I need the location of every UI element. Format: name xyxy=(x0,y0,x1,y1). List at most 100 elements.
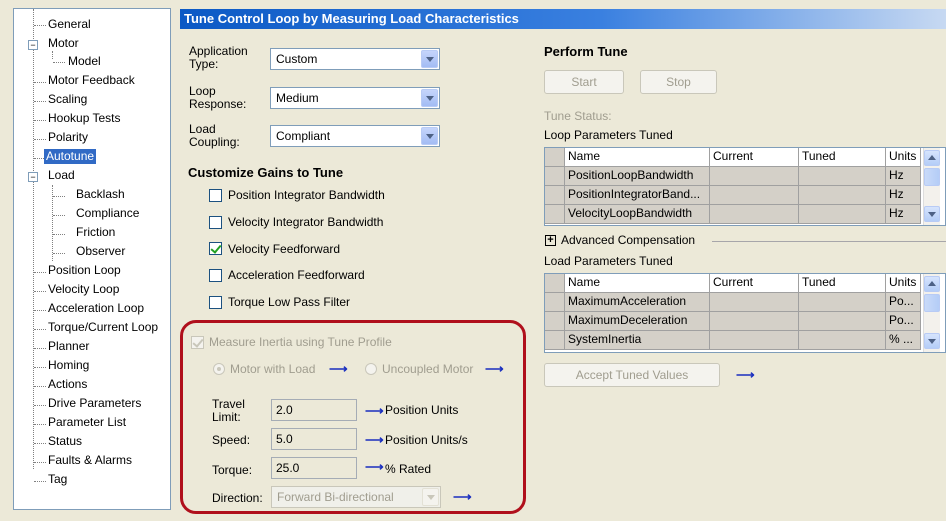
tune-status-label: Tune Status: xyxy=(544,109,612,123)
table-cell: MaximumDeceleration xyxy=(565,312,710,331)
collapse-icon[interactable]: − xyxy=(28,172,38,182)
load-params-table: Name Current Tuned Units MaximumAccelera… xyxy=(544,273,946,353)
column-header: Name xyxy=(565,274,710,293)
tree-item-parameter-list[interactable]: Parameter List xyxy=(46,415,128,430)
tree-item-backlash[interactable]: Backlash xyxy=(74,187,127,202)
tree-item-position-loop[interactable]: Position Loop xyxy=(46,263,123,278)
start-button[interactable]: Start xyxy=(544,70,624,94)
tree-item-homing[interactable]: Homing xyxy=(46,358,91,373)
table-cell xyxy=(710,167,799,186)
tree-connector xyxy=(34,481,46,482)
scroll-thumb[interactable] xyxy=(924,168,940,186)
tree-item-tag[interactable]: Tag xyxy=(46,472,69,487)
tree-connector xyxy=(34,443,46,444)
chevron-down-icon[interactable] xyxy=(421,127,438,145)
tree-item-drive-parameters[interactable]: Drive Parameters xyxy=(46,396,143,411)
tree-connector xyxy=(34,386,46,387)
perform-tune-heading: Perform Tune xyxy=(544,44,628,59)
application-type-label: Application Type: xyxy=(189,44,248,71)
tree-item-faults-alarms[interactable]: Faults & Alarms xyxy=(46,453,134,468)
tree-connector xyxy=(34,367,46,368)
tree-item-actions[interactable]: Actions xyxy=(46,377,89,392)
table-cell: PositionIntegratorBand... xyxy=(565,186,710,205)
tree-item-scaling[interactable]: Scaling xyxy=(46,92,89,107)
tree-connector xyxy=(34,272,46,273)
collapse-icon[interactable]: − xyxy=(28,40,38,50)
table-cell: Hz xyxy=(886,167,921,186)
torque-low-pass-checkbox[interactable] xyxy=(209,296,222,309)
loop-response-label: Loop Response: xyxy=(189,84,247,111)
column-header: Current xyxy=(710,274,799,293)
load-table-scrollbar[interactable] xyxy=(923,274,940,352)
navigation-tree: General − Motor Model Motor Feedback Sca… xyxy=(13,8,171,510)
tree-connector xyxy=(34,82,46,83)
application-type-select[interactable]: Custom xyxy=(270,48,440,70)
row-header xyxy=(545,293,565,312)
tree-item-motor-feedback[interactable]: Motor Feedback xyxy=(46,73,137,88)
scroll-up-icon[interactable] xyxy=(924,150,940,166)
loop-table-scrollbar[interactable] xyxy=(923,148,940,225)
position-integrator-checkbox[interactable] xyxy=(209,189,222,202)
expand-plus-icon[interactable]: + xyxy=(545,235,556,246)
velocity-feedforward-checkbox[interactable] xyxy=(209,242,222,255)
load-coupling-select[interactable]: Compliant xyxy=(270,125,440,147)
table-cell xyxy=(710,186,799,205)
acceleration-feedforward-checkbox[interactable] xyxy=(209,269,222,282)
tree-connector xyxy=(53,215,65,216)
tree-item-general[interactable]: General xyxy=(46,17,93,32)
tree-connector xyxy=(34,329,46,330)
scroll-down-icon[interactable] xyxy=(924,206,940,222)
chevron-down-icon[interactable] xyxy=(421,50,438,68)
table-cell xyxy=(799,293,886,312)
accept-tuned-values-button[interactable]: Accept Tuned Values xyxy=(544,363,720,387)
tree-item-motor[interactable]: Motor xyxy=(46,36,81,51)
tree-item-observer[interactable]: Observer xyxy=(74,244,127,259)
load-coupling-label: Load Coupling: xyxy=(189,122,240,149)
stop-button[interactable]: Stop xyxy=(640,70,717,94)
row-header xyxy=(545,331,565,350)
table-cell xyxy=(710,205,799,224)
tree-item-acceleration-loop[interactable]: Acceleration Loop xyxy=(46,301,146,316)
table-cell xyxy=(710,331,799,350)
table-cell: SystemInertia xyxy=(565,331,710,350)
tree-connector xyxy=(34,25,46,26)
gains-heading: Customize Gains to Tune xyxy=(188,165,344,180)
section-divider xyxy=(712,241,946,242)
tree-item-planner[interactable]: Planner xyxy=(46,339,91,354)
loop-response-select[interactable]: Medium xyxy=(270,87,440,109)
tree-item-velocity-loop[interactable]: Velocity Loop xyxy=(46,282,121,297)
tree-item-polarity[interactable]: Polarity xyxy=(46,130,90,145)
tree-connector xyxy=(34,424,46,425)
table-cell: VelocityLoopBandwidth xyxy=(565,205,710,224)
chevron-down-icon[interactable] xyxy=(421,89,438,107)
scroll-up-icon[interactable] xyxy=(924,276,940,292)
scroll-thumb[interactable] xyxy=(924,294,940,312)
tree-item-status[interactable]: Status xyxy=(46,434,84,449)
scroll-down-icon[interactable] xyxy=(924,333,940,349)
tree-connector xyxy=(34,405,46,406)
tree-item-compliance[interactable]: Compliance xyxy=(74,206,141,221)
table-cell: % ... xyxy=(886,331,921,350)
annotation-highlight xyxy=(180,320,526,514)
velocity-integrator-checkbox[interactable] xyxy=(209,216,222,229)
column-header: Tuned xyxy=(799,274,886,293)
row-header xyxy=(545,274,565,293)
tree-item-load[interactable]: Load xyxy=(46,168,77,183)
load-params-label: Load Parameters Tuned xyxy=(544,254,673,268)
table-cell xyxy=(799,167,886,186)
table-cell: PositionLoopBandwidth xyxy=(565,167,710,186)
row-header xyxy=(545,312,565,331)
column-header: Name xyxy=(565,148,710,167)
tree-item-model[interactable]: Model xyxy=(66,54,103,69)
advanced-compensation-label[interactable]: Advanced Compensation xyxy=(561,234,695,247)
tree-item-friction[interactable]: Friction xyxy=(74,225,117,240)
tree-item-hookup-tests[interactable]: Hookup Tests xyxy=(46,111,123,126)
row-header xyxy=(545,205,565,224)
tree-connector xyxy=(53,62,65,63)
row-header xyxy=(545,167,565,186)
tree-connector xyxy=(34,139,46,140)
tree-item-torque-current-loop[interactable]: Torque/Current Loop xyxy=(46,320,160,335)
tree-connector xyxy=(34,462,46,463)
table-cell xyxy=(710,293,799,312)
tree-item-autotune[interactable]: Autotune xyxy=(44,149,97,164)
